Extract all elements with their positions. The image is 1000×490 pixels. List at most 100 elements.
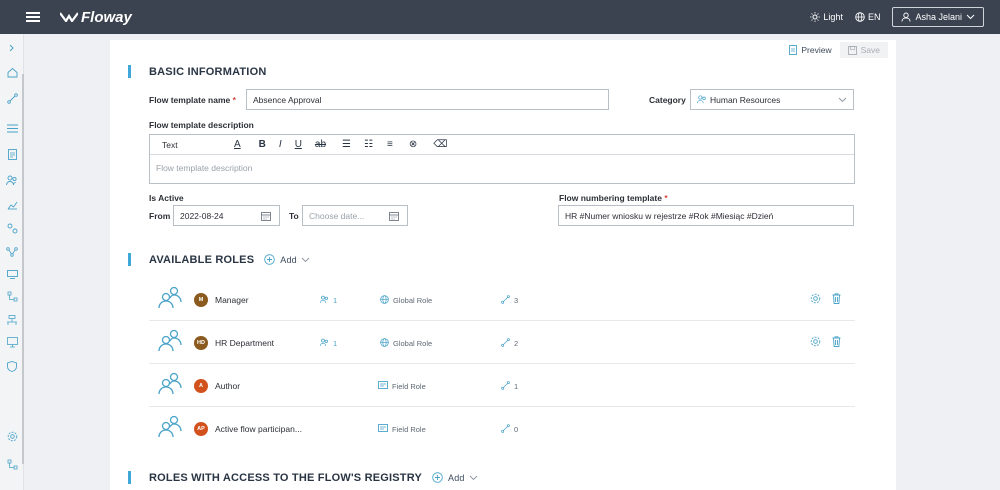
home-icon[interactable] [6,66,18,78]
field-icon [378,381,392,391]
add-registry-role-button[interactable]: Add [432,472,483,483]
delete-role-icon[interactable] [832,293,841,306]
add-registry-role-label: Add [448,472,465,483]
underline-icon[interactable]: U [295,139,302,150]
calendar-icon[interactable] [261,211,271,221]
template-name-value: Absence Approval [253,94,322,105]
role-name[interactable]: HR Department [215,338,274,348]
shield-icon[interactable] [6,360,18,372]
role-name[interactable]: Author [215,381,240,391]
strikethrough-icon[interactable]: ab [315,139,326,150]
role-type: Field Role [378,424,426,434]
dashboard-icon[interactable] [6,336,18,348]
document-icon [789,45,798,55]
font-color-icon[interactable]: A [234,139,241,150]
document-icon[interactable] [6,148,18,160]
expand-sidebar-icon[interactable] [6,42,18,54]
sun-icon [810,12,821,22]
category-select[interactable]: Human Resources [690,89,854,110]
role-flows-count: 0 [501,424,518,435]
clear-format-icon[interactable]: ⌫ [433,139,447,150]
flow-icon [501,338,514,349]
section-accent-bar [128,471,131,484]
to-label: To [289,211,299,221]
theme-toggle[interactable]: Light [810,12,843,22]
category-label: Category [649,95,686,105]
role-initials-badge: A [194,379,208,393]
globe-icon [380,295,393,306]
template-name-input[interactable]: Absence Approval [246,89,609,110]
top-bar: Floway Light EN Asha Jelani [0,0,1000,34]
available-roles-title: AVAILABLE ROLES [149,253,255,266]
link-icon[interactable]: ⊗ [409,139,417,150]
category-value: Human Resources [710,94,781,105]
reports-icon[interactable] [6,198,18,210]
format-select[interactable]: Text [162,140,222,150]
flow-icon [501,381,514,392]
role-row[interactable]: HD HR Department 1 Global Role 2 [149,321,855,364]
list-icon[interactable] [6,122,18,134]
role-initials-badge: M [194,293,208,307]
role-initials-badge: AP [194,422,208,436]
delete-role-icon[interactable] [832,336,841,349]
align-icon[interactable]: ≡ [387,139,393,150]
users-icon[interactable] [6,174,18,186]
flows-icon[interactable] [6,92,18,104]
basic-info-heading: BASIC INFORMATION [128,65,266,78]
description-textarea[interactable]: Flow template description [150,155,854,181]
user-icon [320,295,333,306]
from-date-input[interactable]: 2022-08-24 [173,205,280,226]
description-editor: Text A B I U ab ☰ ☷ ≡ ⊗ ⌫ Flow template … [149,134,855,184]
italic-icon[interactable]: I [279,139,282,150]
connections-icon[interactable] [6,222,18,234]
organization-icon[interactable] [6,314,18,326]
role-users-count[interactable]: 1 [320,295,337,306]
role-users-count[interactable]: 1 [320,338,337,349]
to-date-input[interactable]: Choose date... [302,205,408,226]
bold-icon[interactable]: B [259,139,266,150]
from-date-value: 2022-08-24 [180,210,224,221]
role-name[interactable]: Manager [215,295,249,305]
app-name: Floway [81,8,132,26]
user-name: Asha Jelani [915,12,962,22]
role-settings-icon[interactable] [810,293,821,306]
numbering-template-input[interactable]: HR #Numer wniosku w rejestrze #Rok #Mies… [558,205,854,226]
hierarchy-icon[interactable] [6,290,18,302]
calendar-icon[interactable] [389,211,399,221]
preview-tab[interactable]: Preview [781,42,840,58]
network-icon[interactable] [6,246,18,258]
role-settings-icon[interactable] [810,336,821,349]
people-icon [157,371,183,399]
monitor-icon[interactable] [6,268,18,280]
role-initials-badge: HD [194,336,208,350]
language-selector[interactable]: EN [855,12,880,22]
role-row[interactable]: A Author Field Role 1 [149,364,855,407]
sidebar-scrollbar[interactable] [22,74,24,464]
user-menu-button[interactable]: Asha Jelani [892,7,984,27]
numbering-label: Flow numbering template * [559,193,668,203]
section-accent-bar [128,253,131,266]
menu-icon[interactable] [26,10,40,24]
plus-circle-icon [264,254,276,265]
editor-toolbar: Text A B I U ab ☰ ☷ ≡ ⊗ ⌫ [150,135,854,155]
logo-icon [60,12,78,22]
numbered-list-icon[interactable]: ☰ [342,139,351,150]
registry-roles-title: ROLES WITH ACCESS TO THE FLOW'S REGISTRY [149,471,422,484]
structure-icon[interactable] [6,458,18,470]
is-active-label: Is Active [149,193,184,203]
to-date-placeholder: Choose date... [309,210,365,221]
role-type: Field Role [378,381,426,391]
role-name[interactable]: Active flow participan... [215,424,302,434]
save-label: Save [860,45,880,55]
role-flows-count: 2 [501,338,518,349]
app-logo[interactable]: Floway [60,9,132,26]
field-icon [378,424,392,434]
role-row[interactable]: M Manager 1 Global Role 3 [149,278,855,321]
role-row[interactable]: AP Active flow participan... Field Role 0 [149,407,855,450]
basic-info-title: BASIC INFORMATION [149,65,267,78]
save-button[interactable]: Save [839,42,888,58]
role-flows-count: 3 [501,295,518,306]
bullet-list-icon[interactable]: ☷ [364,139,373,150]
add-role-button[interactable]: Add [264,254,315,265]
settings-icon[interactable] [6,430,18,442]
